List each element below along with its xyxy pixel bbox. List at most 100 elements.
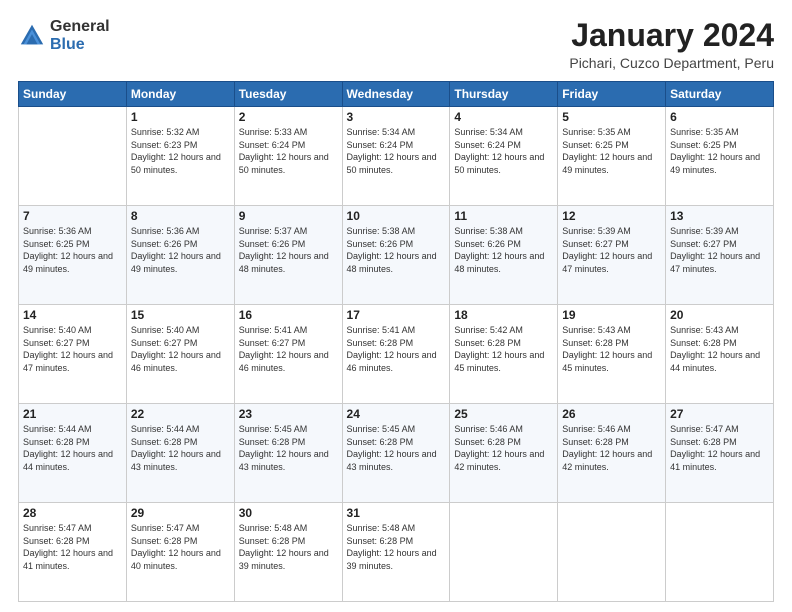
calendar-cell: 30 Sunrise: 5:48 AMSunset: 6:28 PMDayligh… bbox=[234, 503, 342, 602]
calendar-cell: 14Sunrise: 5:40 AMSunset: 6:27 PMDayligh… bbox=[19, 305, 127, 404]
title-block: January 2024 Pichari, Cuzco Department, … bbox=[569, 18, 774, 71]
day-info: Sunrise: 5:41 AMSunset: 6:27 PMDaylight:… bbox=[239, 324, 338, 374]
day-number: 9 bbox=[239, 209, 338, 223]
day-number: 11 bbox=[454, 209, 553, 223]
calendar-cell: 8Sunrise: 5:36 AMSunset: 6:26 PMDaylight… bbox=[126, 206, 234, 305]
day-number: 24 bbox=[347, 407, 446, 421]
calendar-cell bbox=[450, 503, 558, 602]
calendar-cell: 6Sunrise: 5:35 AMSunset: 6:25 PMDaylight… bbox=[666, 107, 774, 206]
day-header-friday: Friday bbox=[558, 82, 666, 107]
calendar-cell bbox=[558, 503, 666, 602]
day-number: 20 bbox=[670, 308, 769, 322]
calendar-cell: 12 Sunrise: 5:39 AMSunset: 6:27 PMDayligh… bbox=[558, 206, 666, 305]
day-info: Sunrise: 5:38 AMSunset: 6:26 PMDaylight:… bbox=[347, 225, 446, 275]
day-info: Sunrise: 5:47 AMSunset: 6:28 PMDaylight:… bbox=[131, 522, 230, 572]
calendar-week-row: 14Sunrise: 5:40 AMSunset: 6:27 PMDayligh… bbox=[19, 305, 774, 404]
calendar-cell: 4 Sunrise: 5:34 AMSunset: 6:24 PMDaylight… bbox=[450, 107, 558, 206]
calendar-cell: 29 Sunrise: 5:47 AMSunset: 6:28 PMDayligh… bbox=[126, 503, 234, 602]
calendar-cell: 27 Sunrise: 5:47 AMSunset: 6:28 PMDayligh… bbox=[666, 404, 774, 503]
month-title: January 2024 bbox=[569, 18, 774, 53]
page: General Blue January 2024 Pichari, Cuzco… bbox=[0, 0, 792, 612]
calendar-cell: 28Sunrise: 5:47 AMSunset: 6:28 PMDayligh… bbox=[19, 503, 127, 602]
day-info: Sunrise: 5:36 AMSunset: 6:25 PMDaylight:… bbox=[23, 225, 122, 275]
day-number: 5 bbox=[562, 110, 661, 124]
day-header-saturday: Saturday bbox=[666, 82, 774, 107]
calendar-cell: 25Sunrise: 5:46 AMSunset: 6:28 PMDayligh… bbox=[450, 404, 558, 503]
day-number: 19 bbox=[562, 308, 661, 322]
calendar-week-row: 28Sunrise: 5:47 AMSunset: 6:28 PMDayligh… bbox=[19, 503, 774, 602]
logo-text: General Blue bbox=[50, 18, 110, 53]
day-header-tuesday: Tuesday bbox=[234, 82, 342, 107]
day-info: Sunrise: 5:47 AMSunset: 6:28 PMDaylight:… bbox=[23, 522, 122, 572]
day-info: Sunrise: 5:47 AMSunset: 6:28 PMDaylight:… bbox=[670, 423, 769, 473]
day-info: Sunrise: 5:46 AMSunset: 6:28 PMDaylight:… bbox=[562, 423, 661, 473]
day-info: Sunrise: 5:48 AMSunset: 6:28 PMDaylight:… bbox=[239, 522, 338, 572]
day-info: Sunrise: 5:45 AMSunset: 6:28 PMDaylight:… bbox=[239, 423, 338, 473]
calendar-week-row: 7 Sunrise: 5:36 AMSunset: 6:25 PMDaylight… bbox=[19, 206, 774, 305]
day-number: 31 bbox=[347, 506, 446, 520]
calendar-cell: 16 Sunrise: 5:41 AMSunset: 6:27 PMDayligh… bbox=[234, 305, 342, 404]
calendar-cell: 26 Sunrise: 5:46 AMSunset: 6:28 PMDayligh… bbox=[558, 404, 666, 503]
day-info: Sunrise: 5:48 AMSunset: 6:28 PMDaylight:… bbox=[347, 522, 446, 572]
day-number: 7 bbox=[23, 209, 122, 223]
day-info: Sunrise: 5:44 AMSunset: 6:28 PMDaylight:… bbox=[23, 423, 122, 473]
calendar-cell: 23 Sunrise: 5:45 AMSunset: 6:28 PMDayligh… bbox=[234, 404, 342, 503]
calendar-cell bbox=[666, 503, 774, 602]
calendar-cell: 21Sunrise: 5:44 AMSunset: 6:28 PMDayligh… bbox=[19, 404, 127, 503]
calendar-cell: 24 Sunrise: 5:45 AMSunset: 6:28 PMDayligh… bbox=[342, 404, 450, 503]
day-info: Sunrise: 5:34 AMSunset: 6:24 PMDaylight:… bbox=[347, 126, 446, 176]
day-number: 4 bbox=[454, 110, 553, 124]
day-number: 10 bbox=[347, 209, 446, 223]
day-number: 13 bbox=[670, 209, 769, 223]
day-info: Sunrise: 5:34 AMSunset: 6:24 PMDaylight:… bbox=[454, 126, 553, 176]
calendar-week-row: 21Sunrise: 5:44 AMSunset: 6:28 PMDayligh… bbox=[19, 404, 774, 503]
day-info: Sunrise: 5:44 AMSunset: 6:28 PMDaylight:… bbox=[131, 423, 230, 473]
day-number: 17 bbox=[347, 308, 446, 322]
calendar-cell: 18Sunrise: 5:42 AMSunset: 6:28 PMDayligh… bbox=[450, 305, 558, 404]
day-info: Sunrise: 5:33 AMSunset: 6:24 PMDaylight:… bbox=[239, 126, 338, 176]
calendar-cell: 22 Sunrise: 5:44 AMSunset: 6:28 PMDayligh… bbox=[126, 404, 234, 503]
day-number: 27 bbox=[670, 407, 769, 421]
calendar-cell bbox=[19, 107, 127, 206]
calendar-cell: 9 Sunrise: 5:37 AMSunset: 6:26 PMDaylight… bbox=[234, 206, 342, 305]
day-info: Sunrise: 5:46 AMSunset: 6:28 PMDaylight:… bbox=[454, 423, 553, 473]
calendar-cell: 17 Sunrise: 5:41 AMSunset: 6:28 PMDayligh… bbox=[342, 305, 450, 404]
day-number: 3 bbox=[347, 110, 446, 124]
calendar-cell: 19Sunrise: 5:43 AMSunset: 6:28 PMDayligh… bbox=[558, 305, 666, 404]
day-number: 14 bbox=[23, 308, 122, 322]
day-info: Sunrise: 5:39 AMSunset: 6:27 PMDaylight:… bbox=[562, 225, 661, 275]
calendar-week-row: 1Sunrise: 5:32 AMSunset: 6:23 PMDaylight… bbox=[19, 107, 774, 206]
day-info: Sunrise: 5:42 AMSunset: 6:28 PMDaylight:… bbox=[454, 324, 553, 374]
day-number: 12 bbox=[562, 209, 661, 223]
calendar-cell: 11Sunrise: 5:38 AMSunset: 6:26 PMDayligh… bbox=[450, 206, 558, 305]
day-number: 30 bbox=[239, 506, 338, 520]
calendar-cell: 15Sunrise: 5:40 AMSunset: 6:27 PMDayligh… bbox=[126, 305, 234, 404]
day-info: Sunrise: 5:36 AMSunset: 6:26 PMDaylight:… bbox=[131, 225, 230, 275]
calendar-cell: 13 Sunrise: 5:39 AMSunset: 6:27 PMDayligh… bbox=[666, 206, 774, 305]
calendar-header-row: SundayMondayTuesdayWednesdayThursdayFrid… bbox=[19, 82, 774, 107]
day-header-thursday: Thursday bbox=[450, 82, 558, 107]
day-number: 16 bbox=[239, 308, 338, 322]
logo-general-label: General bbox=[50, 18, 110, 36]
calendar-cell: 7 Sunrise: 5:36 AMSunset: 6:25 PMDaylight… bbox=[19, 206, 127, 305]
day-header-wednesday: Wednesday bbox=[342, 82, 450, 107]
logo-icon bbox=[18, 22, 46, 50]
location-subtitle: Pichari, Cuzco Department, Peru bbox=[569, 55, 774, 71]
day-number: 29 bbox=[131, 506, 230, 520]
day-info: Sunrise: 5:32 AMSunset: 6:23 PMDaylight:… bbox=[131, 126, 230, 176]
logo: General Blue bbox=[18, 18, 110, 53]
day-info: Sunrise: 5:35 AMSunset: 6:25 PMDaylight:… bbox=[562, 126, 661, 176]
calendar-cell: 10 Sunrise: 5:38 AMSunset: 6:26 PMDayligh… bbox=[342, 206, 450, 305]
calendar-cell: 1Sunrise: 5:32 AMSunset: 6:23 PMDaylight… bbox=[126, 107, 234, 206]
day-info: Sunrise: 5:37 AMSunset: 6:26 PMDaylight:… bbox=[239, 225, 338, 275]
day-number: 22 bbox=[131, 407, 230, 421]
day-info: Sunrise: 5:39 AMSunset: 6:27 PMDaylight:… bbox=[670, 225, 769, 275]
day-info: Sunrise: 5:41 AMSunset: 6:28 PMDaylight:… bbox=[347, 324, 446, 374]
day-number: 26 bbox=[562, 407, 661, 421]
header: General Blue January 2024 Pichari, Cuzco… bbox=[18, 18, 774, 71]
day-number: 2 bbox=[239, 110, 338, 124]
calendar-cell: 20 Sunrise: 5:43 AMSunset: 6:28 PMDayligh… bbox=[666, 305, 774, 404]
day-info: Sunrise: 5:45 AMSunset: 6:28 PMDaylight:… bbox=[347, 423, 446, 473]
day-info: Sunrise: 5:43 AMSunset: 6:28 PMDaylight:… bbox=[670, 324, 769, 374]
day-number: 23 bbox=[239, 407, 338, 421]
